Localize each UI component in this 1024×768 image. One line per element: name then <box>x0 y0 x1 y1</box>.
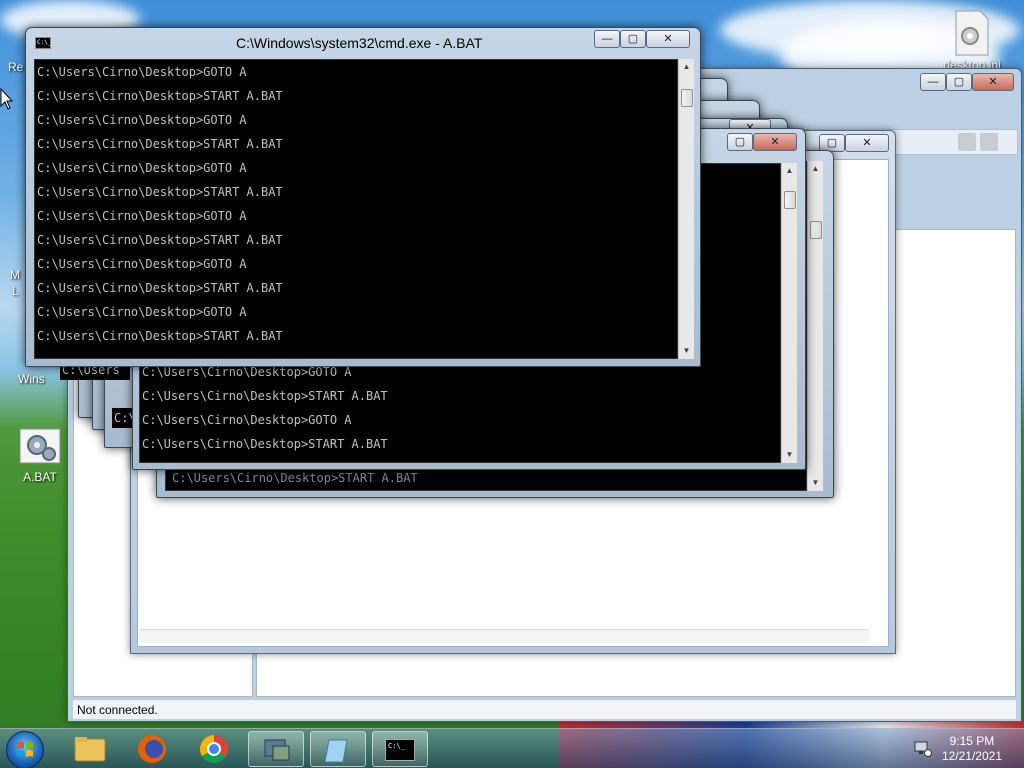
console-line: C:\Users\Cirno\Desktop>GOTO A <box>37 113 247 127</box>
scroll-up-arrow-icon[interactable]: ▲ <box>679 59 694 75</box>
maximize-icon: ▢ <box>734 136 746 148</box>
explorer-maximize-button[interactable]: ▢ <box>946 73 972 91</box>
scroll-thumb[interactable] <box>810 221 822 239</box>
taskbar-control-panel-button[interactable] <box>248 731 304 767</box>
dialog-close-button[interactable]: ✕ <box>845 134 889 152</box>
console-line: C:\Users\Cirno\Desktop>GOTO A <box>37 65 247 79</box>
minimize-button[interactable]: — <box>594 30 620 48</box>
settings-file-icon <box>955 10 989 56</box>
close-icon: ✕ <box>663 33 673 45</box>
cmd-close-button[interactable]: ✕ <box>753 133 797 151</box>
scroll-down-arrow-icon[interactable]: ▼ <box>808 475 823 491</box>
maximize-icon: ▢ <box>627 33 639 45</box>
close-icon: ✕ <box>988 76 998 88</box>
folder-icon <box>74 737 106 762</box>
maximize-button[interactable]: ▢ <box>620 30 646 48</box>
console-line: C:\Users\Cirno\Desktop>GOTO A <box>37 161 247 175</box>
console-line: C:\Users\Cirno\Desktop>START A.BAT <box>142 437 388 451</box>
console-scrollbar[interactable]: ▲ ▼ <box>678 59 694 359</box>
network-icon <box>264 739 290 761</box>
status-bar: Not connected. <box>73 699 1016 719</box>
desktop-icon-a-bat[interactable]: A.BAT <box>14 428 66 484</box>
minimize-icon: — <box>601 33 613 45</box>
dialog-hscroll[interactable] <box>139 629 869 643</box>
clock-time: 9:15 PM <box>949 734 995 748</box>
notepad-icon <box>324 739 348 763</box>
folder-view-icon[interactable] <box>958 133 976 151</box>
console-line: C:\Users\Cirno\Desktop>START A.BAT <box>37 281 283 295</box>
console-line: C:\Users\Cirno\Desktop>GOTO A <box>37 257 247 271</box>
desktop-label-partial: L <box>12 284 19 298</box>
console-line: C:\Users\Cirno\Desktop>START A.BAT <box>37 185 283 199</box>
taskbar-chrome-button[interactable] <box>186 731 242 767</box>
scroll-up-arrow-icon[interactable]: ▲ <box>808 161 823 177</box>
maximize-icon: ▢ <box>953 76 965 88</box>
cmd-icon: C:\_ <box>385 739 415 761</box>
maximize-icon: ▢ <box>826 137 838 149</box>
console-line: C:\Users\Cirno\Desktop>GOTO A <box>37 209 247 223</box>
windows-logo-icon <box>17 742 33 757</box>
filter-icon[interactable] <box>980 133 998 151</box>
explorer-close-button[interactable]: ✕ <box>972 73 1014 91</box>
close-icon: ✕ <box>862 137 872 149</box>
minimize-icon: — <box>927 76 939 88</box>
console-line: C:\Users\Cirno\Desktop>START A.BAT <box>37 89 283 103</box>
taskbar-cmd-button[interactable]: C:\_ <box>372 731 428 767</box>
console-line: C:\Users <box>114 411 132 425</box>
taskbar-explorer-button[interactable] <box>62 731 118 767</box>
scroll-thumb[interactable] <box>681 89 693 107</box>
console-fragment: C:\Users <box>112 408 132 428</box>
close-button[interactable]: ✕ <box>646 30 690 48</box>
console-output: C:\Users\Cirno\Desktop>GOTO A C:\Users\C… <box>34 59 678 359</box>
close-icon: ✕ <box>770 136 780 148</box>
firefox-icon <box>138 735 166 763</box>
desktop-icon-desktop-ini[interactable]: desktop.ini <box>942 10 1002 72</box>
console-scrollbar[interactable]: ▲ ▼ <box>781 163 797 463</box>
scroll-down-arrow-icon[interactable]: ▼ <box>782 447 797 463</box>
cmd-app-icon[interactable]: C:\_ <box>35 37 51 49</box>
batch-file-icon <box>19 428 61 464</box>
taskbar-firefox-button[interactable] <box>124 731 180 767</box>
scroll-thumb[interactable] <box>784 191 796 209</box>
cmd-window-front: C:\_ C:\Windows\system32\cmd.exe - A.BAT… <box>25 27 701 367</box>
cmd-maximize-button[interactable]: ▢ <box>727 133 753 151</box>
start-button[interactable] <box>6 731 44 768</box>
console-line: C:\Users\Cirno\Desktop>START A.BAT <box>37 233 283 247</box>
console-line: C:\Users\Cirno\Desktop>GOTO A <box>142 413 352 427</box>
window-title: C:\Windows\system32\cmd.exe - A.BAT <box>236 35 483 51</box>
desktop-label-partial: Re <box>8 60 24 74</box>
console-scrollbar[interactable]: ▲ ▼ <box>807 161 823 491</box>
chrome-icon <box>200 735 228 763</box>
status-text: Not connected. <box>77 703 158 717</box>
mouse-cursor-icon <box>0 88 14 110</box>
taskbar-notepad-button[interactable] <box>310 731 366 767</box>
console-line: C:\Users\Cirno\Desktop>GOTO A <box>37 305 247 319</box>
desktop-label-partial: M <box>10 268 20 282</box>
explorer-minimize-button[interactable]: — <box>920 73 946 91</box>
desktop-label-partial: Wins <box>18 372 45 386</box>
console-line: C:\Users\Cirno\Desktop>START A.BAT <box>142 389 388 403</box>
taskbar: C:\_ 9:15 PM 12/21/2021 <box>0 728 1024 768</box>
console-line: C:\Users\Cirno\Desktop>START A.BAT <box>37 137 283 151</box>
console-line: C:\Users\Cirno\Desktop>START A.BAT <box>37 329 283 343</box>
network-tray-icon[interactable] <box>914 739 932 757</box>
system-clock[interactable]: 9:15 PM 12/21/2021 <box>942 734 1002 764</box>
desktop-icon-label: A.BAT <box>23 470 57 484</box>
clock-date: 12/21/2021 <box>941 749 1002 763</box>
scroll-down-arrow-icon[interactable]: ▼ <box>679 343 694 359</box>
scroll-up-arrow-icon[interactable]: ▲ <box>782 163 797 179</box>
